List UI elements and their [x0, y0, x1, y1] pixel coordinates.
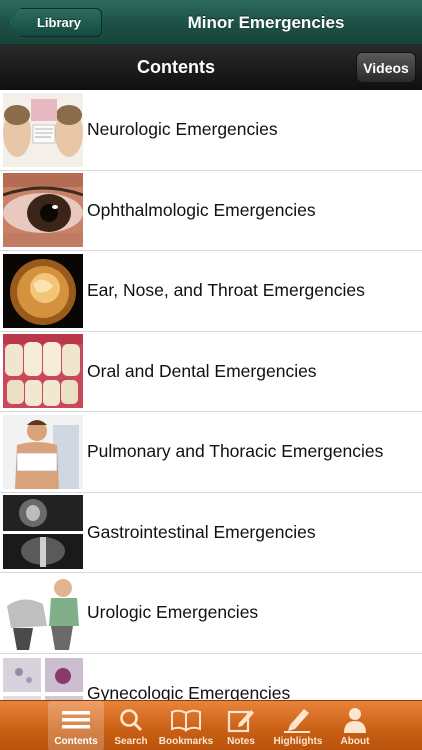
highlighter-icon [284, 706, 312, 734]
teeth-photo-thumbnail [3, 334, 83, 409]
section-title: Contents [137, 57, 215, 77]
tab-label: Highlights [273, 736, 323, 747]
tab-highlights[interactable]: Highlights [268, 701, 328, 750]
chapter-title: Gastrointestinal Emergencies [87, 521, 316, 542]
tab-contents[interactable]: Contents [48, 701, 104, 750]
chapter-title: Neurologic Emergencies [87, 119, 278, 140]
videos-button[interactable]: Videos [356, 52, 416, 83]
xray-images-thumbnail [3, 495, 83, 570]
chapter-title: Ear, Nose, and Throat Emergencies [87, 280, 365, 301]
chapter-title: Oral and Dental Emergencies [87, 360, 317, 381]
chapter-row-gastrointestinal[interactable]: Gastrointestinal Emergencies [0, 492, 422, 573]
tab-label: Contents [54, 736, 98, 747]
tab-about[interactable]: About [328, 701, 382, 750]
eye-photo-thumbnail [3, 173, 83, 248]
tab-bookmarks[interactable]: Bookmarks [158, 701, 214, 750]
chapter-row-neurologic[interactable]: Neurologic Emergencies [0, 90, 422, 171]
tab-notes[interactable]: Notes [214, 701, 268, 750]
library-back-button[interactable]: Library [8, 8, 102, 37]
person-icon [343, 706, 367, 734]
tab-label: Notes [227, 736, 255, 747]
tab-label: About [340, 736, 370, 747]
contents-header-bar: Contents Videos [0, 45, 422, 90]
urologic-illustration-thumbnail [3, 575, 83, 650]
videos-button-label: Videos [363, 59, 409, 76]
chapter-row-urologic[interactable]: Urologic Emergencies [0, 573, 422, 654]
neurologic-illustration-thumbnail [3, 92, 83, 167]
chapter-list: Neurologic Emergencies Ophthalmologic Em… [0, 90, 422, 700]
list-icon [61, 706, 91, 734]
patient-illustration-thumbnail [3, 414, 83, 489]
top-navigation-bar: Library Minor Emergencies [0, 0, 422, 45]
back-button-label: Library [36, 15, 82, 30]
microscopy-images-thumbnail [3, 656, 83, 700]
ear-canal-photo-thumbnail [3, 253, 83, 328]
chapter-title: Urologic Emergencies [87, 602, 259, 623]
bottom-tab-bar: Contents Search Bookmarks Notes Highligh… [0, 700, 422, 750]
book-icon [170, 706, 202, 734]
chapter-title: Ophthalmologic Emergencies [87, 199, 316, 220]
chapter-title: Gynecologic Emergencies [87, 682, 291, 700]
chapter-title: Pulmonary and Thoracic Emergencies [87, 441, 384, 462]
chapter-row-gynecologic[interactable]: Gynecologic Emergencies [0, 653, 422, 700]
notes-icon [227, 706, 255, 734]
tab-search[interactable]: Search [104, 701, 158, 750]
page-title: Minor Emergencies [187, 12, 345, 32]
search-icon [118, 706, 144, 734]
tab-label: Search [114, 736, 148, 747]
chapter-row-pulmonary-thoracic[interactable]: Pulmonary and Thoracic Emergencies [0, 412, 422, 493]
chapter-row-ent[interactable]: Ear, Nose, and Throat Emergencies [0, 251, 422, 332]
tab-label: Bookmarks [158, 736, 214, 747]
chapter-row-ophthalmologic[interactable]: Ophthalmologic Emergencies [0, 170, 422, 251]
chapter-row-oral-dental[interactable]: Oral and Dental Emergencies [0, 331, 422, 412]
